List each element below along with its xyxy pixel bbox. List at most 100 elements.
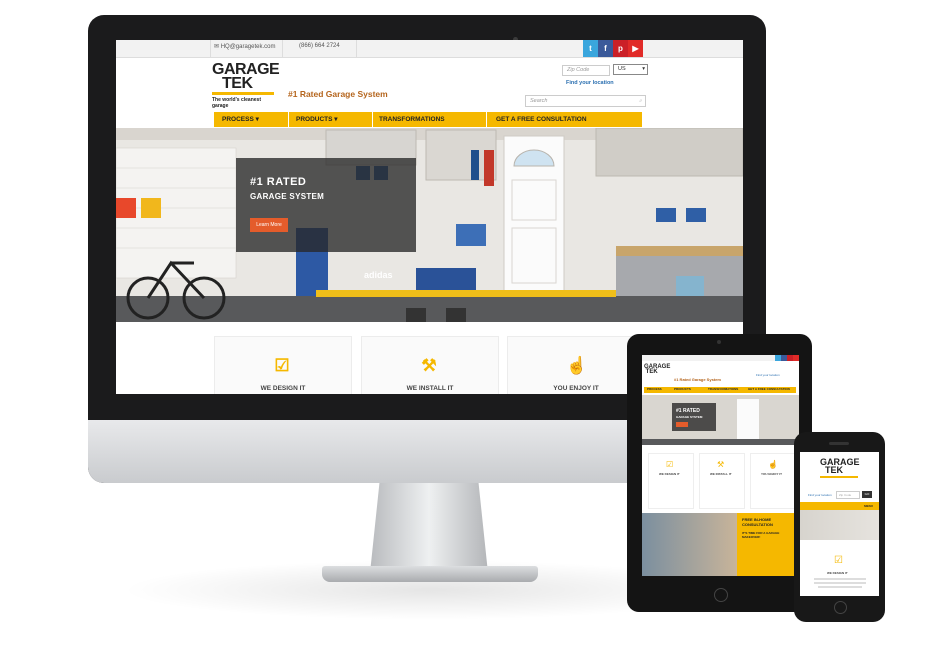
tablet-nav: PROCESS PRODUCTS TRANSFORMATIONS GET A F… — [644, 387, 796, 393]
phone-hero — [800, 510, 879, 540]
tablet-home-button — [714, 588, 728, 602]
phone-text-line — [814, 582, 866, 584]
nav-products[interactable]: PRODUCTS ▾ — [296, 112, 338, 127]
divider — [356, 40, 357, 57]
divider — [210, 40, 211, 57]
phone-find-location[interactable]: Find your location — [808, 493, 832, 497]
adidas-logo: adidas — [364, 270, 393, 280]
phone-home-button — [834, 601, 847, 614]
tablet-card-label: WE DESIGN IT — [659, 472, 680, 476]
tablet-youtube-icon[interactable] — [793, 355, 799, 361]
phone-speaker — [829, 442, 849, 445]
hero-panel: #1 RATED GARAGE SYSTEM Learn More — [236, 158, 416, 252]
learn-more-button[interactable]: Learn More — [250, 218, 288, 232]
divider — [288, 112, 289, 127]
zip-code-input[interactable]: Zip Code — [562, 65, 610, 76]
phone-menu-bar[interactable]: MENU — [800, 502, 879, 510]
hero-banner: #1 RATED GARAGE SYSTEM Learn More adidas — [116, 128, 743, 322]
logo-tagline: The world's cleanest garage — [212, 97, 261, 109]
twitter-icon[interactable]: t — [583, 40, 598, 57]
phone-card-label: WE DESIGN IT — [827, 571, 848, 575]
youtube-icon[interactable]: ▶ — [628, 40, 643, 57]
email-text: HQ@garagetek.com — [220, 44, 276, 50]
country-select[interactable]: US ▾ — [613, 64, 648, 75]
top-bar: ✉ HQ@garagetek.com (866) 664 2724 t f p … — [116, 40, 743, 58]
phone-website: GARAGE TEK Find your location Zip Code G… — [800, 452, 879, 596]
card-design[interactable]: ☑ WE DESIGN IT — [214, 336, 352, 394]
garage-photo — [116, 128, 743, 322]
checkbox-icon: ☑ — [834, 555, 843, 566]
site-headline: #1 Rated Garage System — [288, 89, 388, 99]
tablet-promo-photo — [642, 513, 737, 576]
checkbox-icon: ☑ — [666, 460, 674, 469]
card-label: YOU ENJOY IT — [553, 385, 599, 392]
tablet-card-design[interactable]: ☑ WE DESIGN IT — [648, 453, 694, 509]
tablet-nav-products[interactable]: PRODUCTS — [674, 387, 691, 391]
divider — [282, 40, 283, 57]
tablet-card-label: WE INSTALL IT — [710, 472, 732, 476]
nav-label: PROCESS — [222, 116, 254, 123]
tablet-learn-more-button[interactable] — [676, 422, 688, 427]
tablet-hero-door — [737, 399, 759, 439]
install-icon: ⚒ — [421, 356, 437, 375]
nav-transformations[interactable]: TRANSFORMATIONS — [379, 112, 445, 127]
tablet-card-install[interactable]: ⚒ WE INSTALL IT — [699, 453, 745, 509]
hero-title: #1 RATED — [250, 176, 307, 188]
tablet-nav-transformations[interactable]: TRANSFORMATIONS — [708, 387, 738, 391]
phone-go-button[interactable]: GO — [862, 491, 872, 498]
pinterest-icon[interactable]: p — [613, 40, 628, 57]
imac-stand — [370, 483, 488, 573]
tablet-promo-title: FREE IN-HOME CONSULTATION — [742, 517, 773, 527]
country-value: US — [618, 66, 626, 72]
email-link[interactable]: ✉ HQ@garagetek.com — [214, 43, 275, 50]
logo-underline — [212, 92, 274, 95]
tablet-promo-subtitle: IT'S TIME FOR A GARAGE MAKEOVER! — [742, 531, 780, 539]
phone-logo[interactable]: GARAGE TEK — [820, 458, 860, 475]
hero-subtitle: GARAGE SYSTEM — [250, 192, 325, 201]
card-install[interactable]: ⚒ WE INSTALL IT — [361, 336, 499, 394]
logo-line2: TEK — [222, 75, 253, 92]
search-icon: ⌕ — [638, 98, 642, 104]
chevron-down-icon: ▾ — [642, 66, 645, 72]
tablet-hero-subtitle: GARAGE SYSTEM — [676, 415, 703, 419]
tablet-card-enjoy[interactable]: ☝ YOU ENJOY IT — [750, 453, 796, 509]
tablet-hero-floor — [642, 439, 799, 445]
nav-label: PRODUCTS — [296, 116, 333, 123]
tablet-hero: #1 RATED GARAGE SYSTEM — [642, 395, 799, 445]
card-label: WE INSTALL IT — [406, 385, 454, 392]
tablet-camera — [717, 340, 721, 344]
imac-foot — [322, 566, 538, 582]
phone-zip-placeholder: Zip Code — [839, 493, 852, 497]
tablet-card-label: YOU ENJOY IT — [761, 472, 782, 476]
checkbox-icon: ☑ — [274, 356, 290, 375]
search-placeholder: Search — [530, 98, 548, 104]
tablet-nav-consultation[interactable]: GET A FREE CONSULTATION — [748, 387, 790, 391]
phone-menu-label: MENU — [864, 504, 873, 508]
card-label: WE DESIGN IT — [260, 385, 306, 392]
thumbs-up-icon: ☝ — [566, 356, 588, 375]
garagetek-logo[interactable]: GARAGE TEK The world's cleanest garage — [212, 62, 280, 109]
divider — [372, 112, 373, 127]
tablet-nav-process[interactable]: PROCESS — [647, 387, 662, 391]
find-location-link[interactable]: Find your location — [566, 80, 614, 86]
phone-text-line — [818, 586, 862, 588]
search-input[interactable]: Search ⌕ — [525, 95, 646, 107]
tablet-headline: #1 Rated Garage System — [674, 377, 721, 382]
phone-text-line — [814, 578, 866, 580]
facebook-icon[interactable]: f — [598, 40, 613, 57]
tablet-website: GARAGE TEK #1 Rated Garage System Find y… — [642, 355, 799, 576]
nav-free-consultation[interactable]: GET A FREE CONSULTATION — [496, 112, 587, 127]
tablet-find-location[interactable]: Find your location — [756, 373, 780, 377]
phone-number[interactable]: (866) 664 2724 — [299, 43, 340, 49]
tablet-hero-panel: #1 RATED GARAGE SYSTEM — [672, 403, 716, 431]
tablet-promo: FREE IN-HOME CONSULTATION IT'S TIME FOR … — [642, 513, 799, 576]
tablet-logo[interactable]: GARAGE TEK — [644, 364, 670, 375]
install-icon: ⚒ — [717, 460, 725, 469]
phone-logo-bar — [820, 476, 858, 478]
phone-zip-input[interactable]: Zip Code — [836, 491, 860, 499]
main-nav: PROCESS ▾ PRODUCTS ▾ TRANSFORMATIONS GET… — [214, 112, 642, 127]
nav-process[interactable]: PROCESS ▾ — [222, 112, 259, 127]
thumbs-up-icon: ☝ — [768, 460, 778, 469]
card-enjoy[interactable]: ☝ YOU ENJOY IT — [507, 336, 645, 394]
divider — [486, 112, 487, 127]
